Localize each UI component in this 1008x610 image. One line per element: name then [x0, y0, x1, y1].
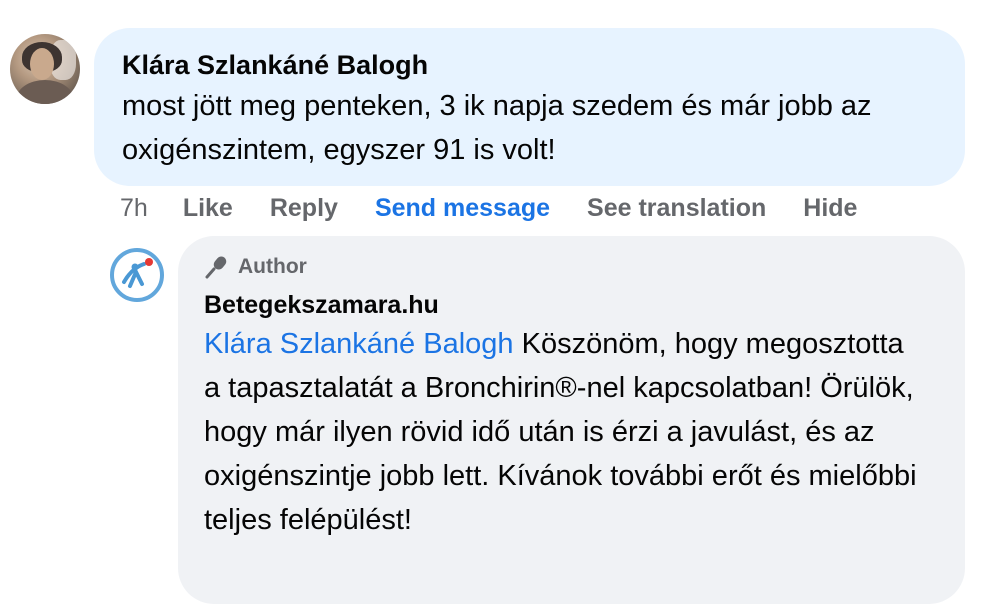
reply-author-name[interactable]: Betegekszamara.hu: [204, 288, 939, 322]
comment-author-name[interactable]: Klára Szlankáné Balogh: [122, 48, 937, 82]
author-badge: Author: [204, 252, 939, 282]
comment-bubble: Klára Szlankáné Balogh most jött meg pen…: [94, 28, 965, 186]
reply-text: Klára Szlankáné Balogh Köszönöm, hogy me…: [204, 322, 924, 542]
hide-button[interactable]: Hide: [803, 194, 857, 223]
microphone-icon: [205, 256, 227, 279]
page-logo-icon: [118, 256, 156, 294]
comment-timestamp[interactable]: 7h: [120, 194, 148, 223]
see-translation-button[interactable]: See translation: [587, 194, 766, 223]
page-avatar[interactable]: [110, 248, 164, 302]
author-badge-label: Author: [238, 255, 307, 278]
comment-text: most jött meg penteken, 3 ik napja szede…: [122, 90, 872, 166]
commenter-avatar[interactable]: [10, 34, 80, 104]
send-message-button[interactable]: Send message: [375, 194, 550, 223]
avatar-face: [30, 48, 54, 80]
mention-link[interactable]: Klára Szlankáné Balogh: [204, 328, 514, 360]
avatar-shoulders: [16, 80, 74, 104]
like-button[interactable]: Like: [183, 194, 233, 223]
reply-bubble: Author Betegekszamara.hu Klára Szlankáné…: [178, 236, 965, 604]
reply-button[interactable]: Reply: [270, 194, 338, 223]
comment-actions: 7h Like Reply Send message See translati…: [120, 190, 894, 226]
